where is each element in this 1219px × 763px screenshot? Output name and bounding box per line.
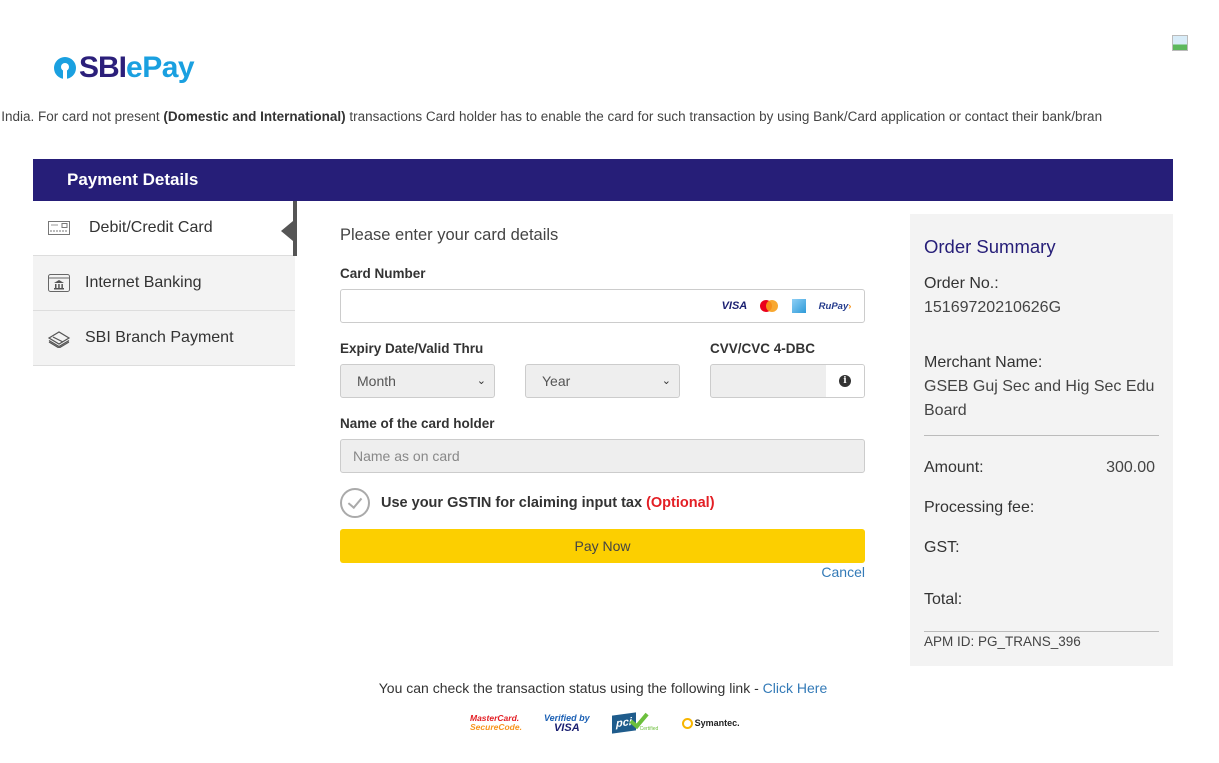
sidebar-item-label: Debit/Credit Card [89, 219, 213, 236]
order-no-value: 15169720210626G [924, 299, 1062, 316]
logo-sbi-text: SBI [79, 51, 127, 84]
symantec-check-icon [681, 717, 693, 729]
sidebar-item-debit-credit-card[interactable]: Debit/Credit Card [33, 201, 297, 256]
status-text: You can check the transaction status usi… [378, 680, 763, 696]
credit-card-icon [47, 218, 71, 238]
logo-epay-text: ePay [126, 51, 195, 84]
mastercard-logo-icon [760, 300, 779, 312]
merchant-name-value: GSEB Guj Sec and Hig Sec Edu Board [924, 378, 1155, 419]
month-selected-value: Month [357, 373, 396, 389]
cvv-label: CVV/CVC 4-DBC [710, 341, 816, 356]
merchant-name-label: Merchant Name: [924, 354, 1043, 371]
sbi-keyhole-icon [54, 57, 76, 79]
scrolling-notice: n India. For card not present (Domestic … [0, 109, 1173, 129]
sbiepay-logo: SBI ePay [54, 50, 195, 86]
chevron-down-icon: ⌄ [476, 375, 486, 387]
gstin-label: Use your GSTIN for claiming input tax (O… [381, 495, 715, 511]
header-title: Payment Details [67, 170, 199, 189]
payment-details-header: Payment Details [33, 159, 1173, 201]
card-details-form: Please enter your card details Card Numb… [340, 220, 865, 580]
total-label: Total: [924, 591, 963, 608]
sidebar-item-label: SBI Branch Payment [85, 329, 234, 346]
cvv-input[interactable] [711, 365, 826, 397]
amount-label: Amount: [924, 459, 984, 476]
amount-value: 300.00 [1106, 459, 1155, 476]
gstin-option-row: Use your GSTIN for claiming input tax (O… [340, 488, 715, 518]
order-summary-panel: Order Summary Order No.: 15169720210626G… [910, 214, 1173, 666]
broken-image-icon [1172, 35, 1188, 51]
trust-badges: MasterCard. SecureCode. Verified by VISA… [470, 708, 762, 734]
info-circle-icon: i [839, 375, 851, 387]
processing-fee-label: Processing fee: [924, 499, 1035, 516]
visa-logo-icon: VISA [721, 300, 748, 312]
cvv-info-button[interactable]: i [826, 365, 864, 397]
sidebar-item-label: Internet Banking [85, 274, 202, 291]
form-title: Please enter your card details [340, 226, 559, 244]
chevron-down-icon: ⌄ [661, 375, 671, 387]
payment-method-sidebar: Debit/Credit Card Internet Banking SBI B… [33, 201, 297, 366]
symantec-badge: Symantec. [681, 717, 740, 729]
notice-text-bold: (Domestic and International) [163, 109, 346, 124]
gstin-checkbox[interactable] [340, 488, 370, 518]
year-selected-value: Year [542, 373, 571, 389]
transaction-status-line: You can check the transaction status usi… [0, 680, 1206, 696]
pay-now-button[interactable]: Pay Now [340, 529, 865, 563]
notice-text-after: transactions Card holder has to enable t… [345, 109, 1103, 124]
amex-logo-icon [791, 299, 806, 313]
expiry-month-select[interactable]: Month ⌄ [340, 364, 495, 398]
card-number-field[interactable]: VISA RuPay› [340, 289, 865, 323]
cash-stack-icon [47, 328, 71, 348]
gst-label: GST: [924, 539, 960, 556]
sidebar-item-sbi-branch-payment[interactable]: SBI Branch Payment [33, 311, 295, 366]
pci-certified-badge: pci Certified [611, 708, 660, 734]
expiry-year-select[interactable]: Year ⌄ [525, 364, 680, 398]
summary-divider [924, 631, 1159, 632]
cancel-link[interactable]: Cancel [821, 564, 865, 580]
cardholder-name-label: Name of the card holder [340, 416, 495, 431]
mastercard-securecode-badge: MasterCard. SecureCode. [470, 713, 522, 732]
click-here-link[interactable]: Click Here [763, 680, 828, 696]
card-number-label: Card Number [340, 266, 426, 281]
accepted-card-logos: VISA RuPay› [709, 290, 864, 322]
rupay-logo-icon: RuPay› [818, 300, 852, 312]
expiry-date-label: Expiry Date/Valid Thru [340, 341, 484, 356]
order-summary-title: Order Summary [924, 236, 1056, 257]
cardholder-name-input[interactable] [340, 439, 865, 473]
summary-divider [924, 435, 1159, 436]
cvv-field[interactable]: i [710, 364, 865, 398]
apm-id: APM ID: PG_TRANS_396 [924, 634, 1081, 649]
optional-tag: (Optional) [646, 495, 715, 511]
order-no-label: Order No.: [924, 275, 999, 292]
sidebar-item-internet-banking[interactable]: Internet Banking [33, 256, 295, 311]
bank-icon [47, 273, 71, 293]
card-number-input[interactable] [341, 290, 701, 322]
verified-by-visa-badge: Verified by VISA [543, 713, 590, 734]
notice-text-before: n India. For card not present [0, 109, 164, 124]
